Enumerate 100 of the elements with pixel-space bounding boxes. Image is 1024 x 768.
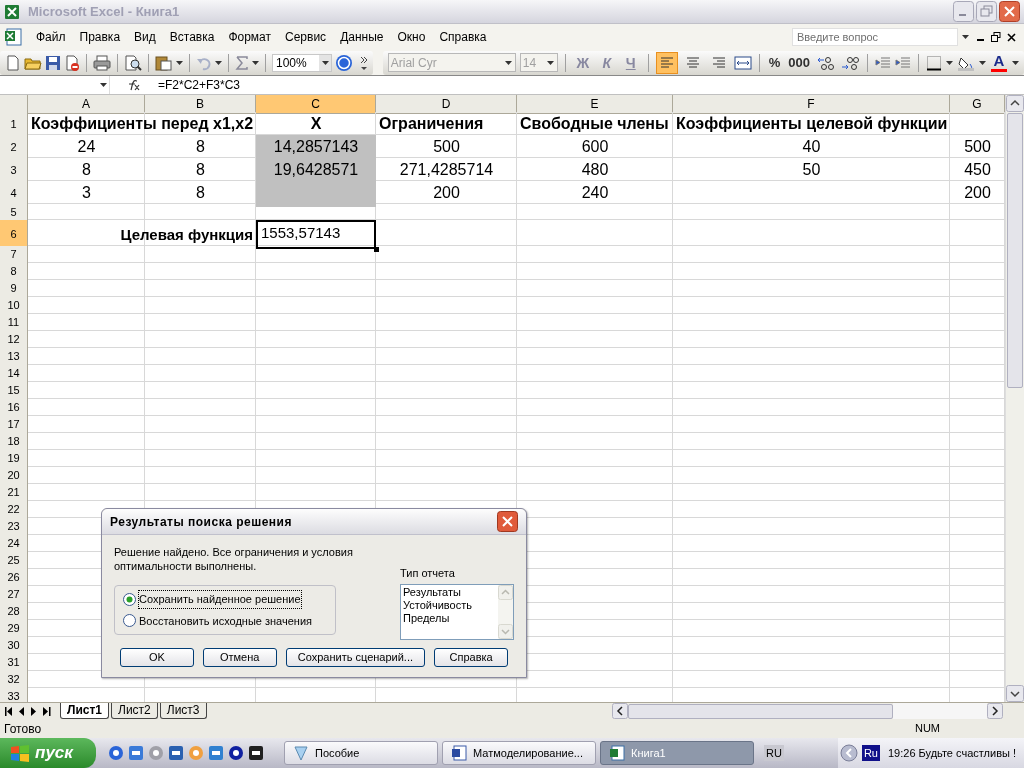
row-header[interactable]: 18 [0,433,28,451]
dialog-button[interactable]: Отмена [202,647,277,667]
row-header[interactable]: 9 [0,280,28,298]
row-header[interactable]: 22 [0,501,28,519]
row-header[interactable]: 1 [0,112,28,138]
column-header[interactable]: E [517,95,673,114]
caret-icon[interactable] [504,60,512,65]
row-header[interactable]: 19 [0,450,28,468]
list-item[interactable]: Результаты [403,585,496,599]
restore-icon[interactable] [991,32,1001,42]
row-header[interactable]: 26 [0,569,28,587]
close-icon[interactable] [1007,32,1016,42]
column-header[interactable]: A [28,95,145,114]
menu-item[interactable]: Вставка [163,28,221,46]
decrease-decimal-icon[interactable] [840,54,860,71]
row-header[interactable]: 29 [0,620,28,638]
row-header[interactable]: 6 [0,220,28,249]
permission-icon[interactable] [64,54,80,71]
clock[interactable]: 19:26 Будьте счастливы ! [887,744,1016,762]
previous-sheet-icon[interactable] [19,706,25,716]
row-header[interactable]: 25 [0,552,28,570]
save-icon[interactable] [45,54,61,71]
tray-language-indicator[interactable]: Ru [861,744,880,762]
row-header[interactable]: 8 [0,263,28,281]
caret-icon[interactable] [979,60,986,65]
menu-item[interactable]: Файл [30,28,72,46]
zoom-dropdown[interactable]: 100% [272,53,332,72]
list-item[interactable]: Устойчивость [403,598,496,612]
row-header[interactable]: 28 [0,603,28,621]
dialog-button[interactable]: Сохранить сценарий... [285,647,426,667]
help-search-field[interactable]: Введите вопрос [792,28,958,46]
row-header[interactable]: 2 [0,135,28,161]
caret-icon[interactable] [962,35,969,39]
increase-decimal-icon[interactable] [816,54,836,71]
sheet-tab[interactable]: Лист3 [159,703,207,719]
column-header[interactable]: C [256,95,376,114]
paste-icon[interactable] [155,54,173,71]
row-header[interactable]: 15 [0,382,28,400]
help-icon[interactable] [335,53,353,72]
dialog-button[interactable]: OK [120,647,194,667]
close-icon[interactable] [497,511,518,532]
taskbar-button[interactable]: Пособие [284,741,438,765]
thousands-separator-button[interactable]: 000 [786,52,812,73]
caret-icon[interactable] [252,60,259,65]
print-preview-icon[interactable] [124,54,142,71]
column-header[interactable]: F [673,95,950,114]
list-item[interactable]: Пределы [403,611,496,625]
row-header[interactable]: 20 [0,467,28,485]
row-header[interactable]: 27 [0,586,28,604]
increase-indent-icon[interactable] [895,54,911,71]
radio-label[interactable]: Восстановить исходные значения [139,612,312,629]
vertical-scrollbar[interactable] [1005,95,1024,702]
row-header[interactable]: 24 [0,535,28,553]
row-header[interactable]: 16 [0,399,28,417]
function-icon[interactable] [126,79,140,91]
borders-icon[interactable] [926,54,942,71]
radio-button[interactable] [123,592,136,606]
print-icon[interactable] [93,54,111,71]
row-header[interactable]: 21 [0,484,28,502]
caret-icon[interactable] [100,83,107,87]
taskbar-button[interactable]: Матмоделирование... [442,741,596,765]
scroll-up-icon[interactable] [1006,95,1024,112]
row-header[interactable]: 32 [0,671,28,689]
font-color-button[interactable]: A [990,52,1008,73]
caret-icon[interactable] [946,60,953,65]
caret-icon[interactable] [321,60,329,65]
toolbar-options-icon[interactable] [359,54,368,71]
caret-icon[interactable] [546,60,554,65]
report-list[interactable]: Результаты Устойчивость Пределы [400,583,514,640]
radio-button[interactable] [123,614,136,628]
menu-item[interactable]: Правка [73,28,127,46]
menu-item[interactable]: Справка [433,28,493,46]
caret-icon[interactable] [215,60,222,65]
circle-app-icon[interactable] [108,745,124,761]
row-header[interactable]: 10 [0,297,28,315]
row-header[interactable]: 13 [0,348,28,366]
scroll-down-icon[interactable] [1006,685,1024,702]
caret-icon[interactable] [176,60,183,65]
sheet-tab[interactable]: Лист1 [60,703,110,719]
menu-item[interactable]: Вид [128,28,162,46]
menu-item[interactable]: Формат [222,28,278,46]
row-header[interactable]: 30 [0,637,28,655]
column-header[interactable]: D [376,95,517,114]
dialog-button[interactable]: Справка [434,647,508,667]
menu-item[interactable]: Данные [334,28,390,46]
next-sheet-icon[interactable] [31,706,37,716]
percent-button[interactable]: % [766,52,783,73]
scroll-left-icon[interactable] [612,703,628,719]
radio-label[interactable]: Сохранить найденное решение [139,591,301,608]
show-hidden-icons-icon[interactable] [839,744,858,762]
language-indicator[interactable]: RU [764,744,784,762]
sheet-tab[interactable]: Лист2 [111,703,158,719]
first-sheet-icon[interactable] [5,706,13,716]
new-document-icon[interactable] [5,54,21,71]
menu-item[interactable]: Окно [391,28,432,46]
row-header[interactable]: 17 [0,416,28,434]
decrease-indent-icon[interactable] [875,54,891,71]
row-header[interactable]: 14 [0,365,28,383]
align-left-button[interactable] [655,51,678,74]
row-header[interactable]: 11 [0,314,28,332]
